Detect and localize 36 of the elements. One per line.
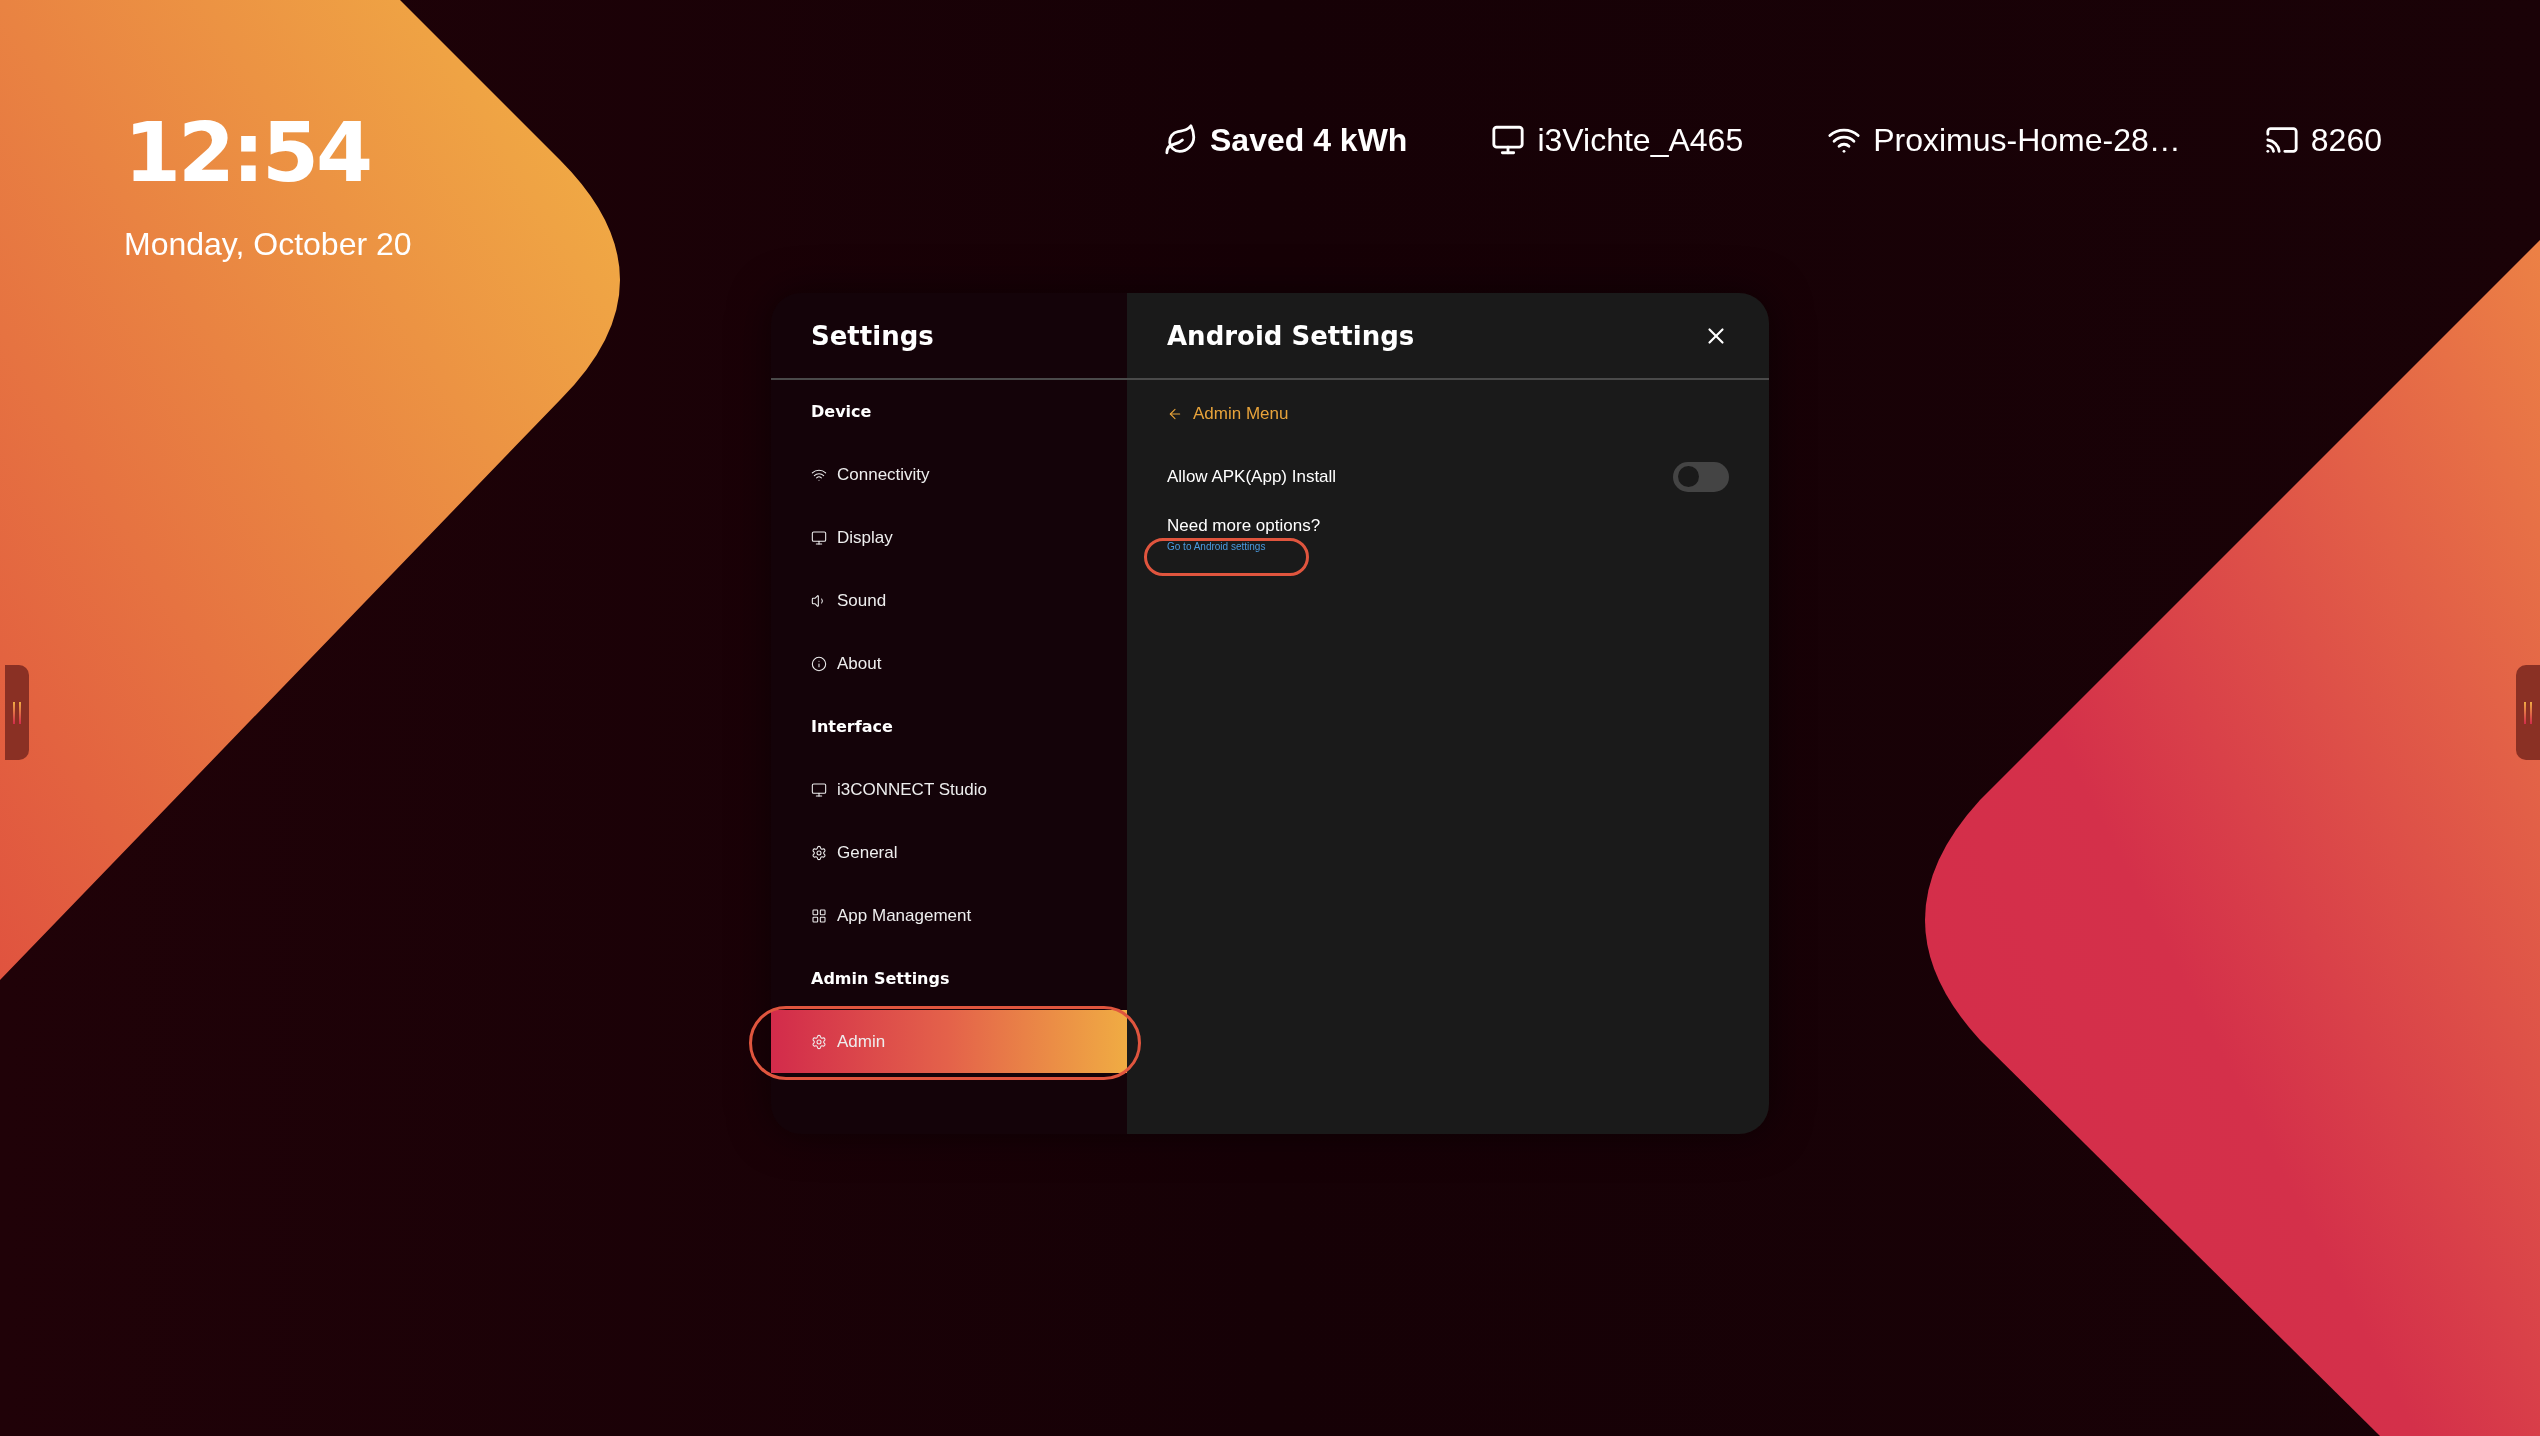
settings-icon bbox=[811, 844, 827, 861]
status-text: i3Vichte_A465 bbox=[1537, 121, 1744, 160]
status-text: Saved 4 kWh bbox=[1210, 121, 1408, 160]
sidebar-item[interactable]: App Management bbox=[771, 884, 1127, 947]
grip-icon bbox=[13, 701, 21, 724]
sidebar-item[interactable]: About bbox=[771, 632, 1127, 695]
sidebar-title: Settings bbox=[811, 320, 934, 351]
grid-icon bbox=[811, 907, 827, 924]
grip-icon bbox=[2524, 701, 2532, 724]
side-handle[interactable] bbox=[2516, 665, 2540, 760]
option-label: Allow APK(App) Install bbox=[1167, 466, 1337, 487]
sidebar-item[interactable]: Sound bbox=[771, 569, 1127, 632]
settings-icon bbox=[811, 1033, 827, 1050]
section-heading: Admin Settings bbox=[810, 968, 951, 990]
more-options-prompt: Need more options? bbox=[1167, 516, 1322, 536]
monitor-icon bbox=[811, 781, 827, 798]
android-settings-link[interactable]: Go to Android settings bbox=[1167, 541, 1266, 552]
sidebar-item[interactable]: Display bbox=[771, 506, 1127, 569]
clock-date: Monday, October 20 bbox=[124, 225, 412, 264]
panel-title: Android Settings bbox=[1167, 320, 1415, 351]
clock-time: 12:54 bbox=[124, 108, 371, 198]
status-text: 8260 bbox=[2310, 121, 2382, 160]
toggle-switch[interactable] bbox=[1673, 461, 1729, 492]
sidebar-item[interactable]: Connectivity bbox=[771, 443, 1127, 506]
sidebar-item[interactable]: i3CONNECT Studio bbox=[771, 758, 1127, 821]
status-text: Proximus-Home-28… bbox=[1873, 121, 2181, 160]
section-heading: Interface bbox=[810, 716, 894, 738]
info-icon bbox=[811, 655, 827, 672]
section-heading: Device bbox=[810, 401, 873, 423]
leaf-icon bbox=[1164, 123, 1198, 157]
monitor-icon bbox=[811, 529, 827, 546]
sidebar-item[interactable]: General bbox=[771, 821, 1127, 884]
sidebar-item[interactable]: Admin bbox=[771, 1010, 1127, 1073]
back-link[interactable]: Admin Menu bbox=[1167, 382, 1729, 445]
side-handle[interactable] bbox=[5, 665, 29, 760]
monitor-icon bbox=[1491, 123, 1526, 157]
